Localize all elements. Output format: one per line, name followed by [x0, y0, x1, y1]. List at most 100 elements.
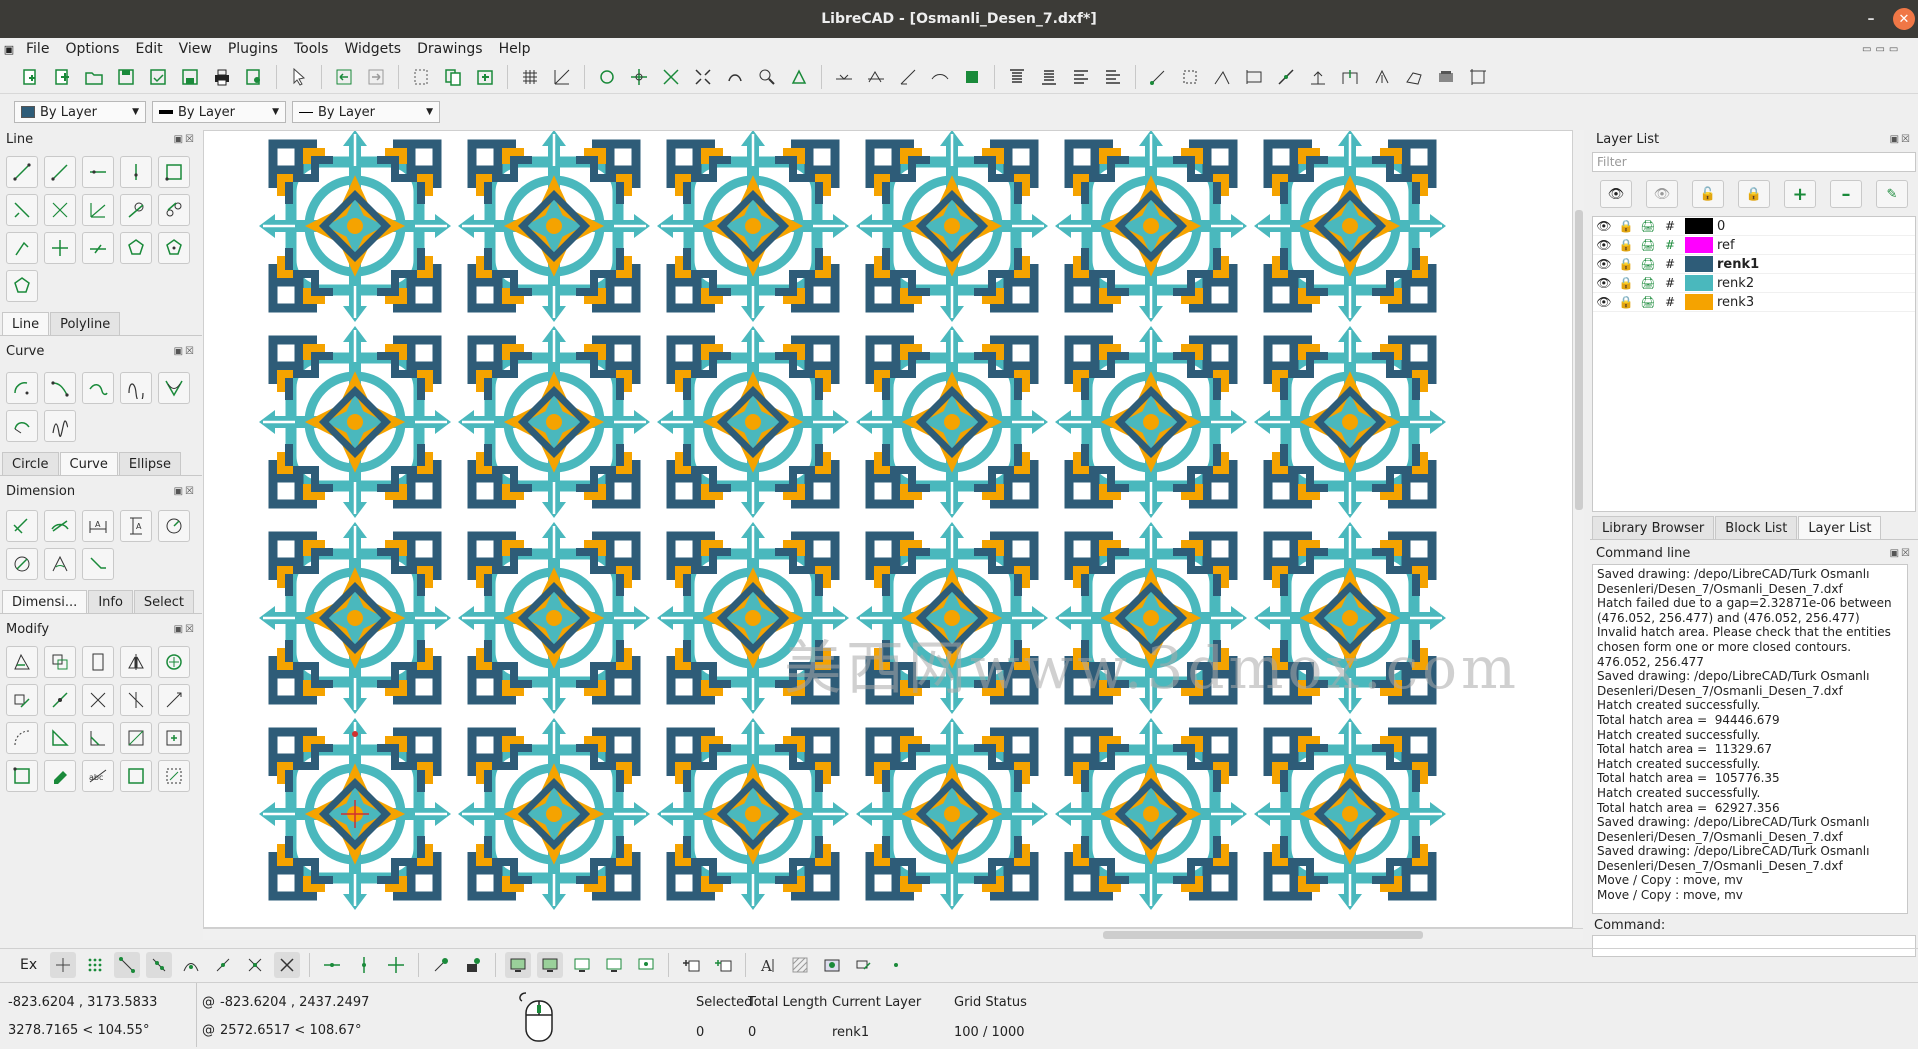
- modify-offset-tool[interactable]: [120, 722, 152, 754]
- block-insert-icon[interactable]: [1433, 64, 1459, 90]
- construction-icon[interactable]: #: [1659, 295, 1681, 309]
- spline-tool[interactable]: [120, 372, 152, 404]
- polygon-corner-tool[interactable]: [158, 232, 190, 264]
- dim-aligned-icon[interactable]: [1145, 64, 1171, 90]
- modify-revert-tool[interactable]: [158, 760, 190, 792]
- layer-filter-input[interactable]: Filter: [1592, 152, 1916, 172]
- arc-radius-tool[interactable]: [6, 410, 38, 442]
- image-tool-icon[interactable]: [819, 952, 845, 978]
- dim-linear-tool[interactable]: [44, 510, 76, 542]
- modify-mirror-tool[interactable]: [120, 646, 152, 678]
- snap-entity-icon[interactable]: [927, 64, 953, 90]
- paste-icon[interactable]: [472, 64, 498, 90]
- print-preview-icon[interactable]: [241, 64, 267, 90]
- show-all-layers-icon[interactable]: 👁: [1600, 180, 1632, 208]
- view-screen-2-icon[interactable]: [601, 952, 627, 978]
- pattern-tile[interactable]: [259, 326, 451, 518]
- snap-distance-icon[interactable]: [242, 952, 268, 978]
- draw-point-icon[interactable]: [851, 952, 877, 978]
- save-icon[interactable]: [113, 64, 139, 90]
- snap-free-icon[interactable]: [831, 64, 857, 90]
- restrict-orthogonal-icon[interactable]: [383, 952, 409, 978]
- info-area-icon[interactable]: [1401, 64, 1427, 90]
- line-tangent2-tool[interactable]: [158, 194, 190, 226]
- tab-layer-list[interactable]: Layer List: [1798, 516, 1882, 539]
- drawing-canvas[interactable]: 美西网www.3dmox.com: [203, 130, 1583, 928]
- tab-circle[interactable]: Circle: [2, 452, 59, 475]
- order-bottom-icon[interactable]: [1036, 64, 1062, 90]
- pattern-tile[interactable]: [657, 718, 849, 910]
- lock-icon[interactable]: 🔒: [1615, 257, 1637, 271]
- line-relative-angle-tool[interactable]: [6, 232, 38, 264]
- printer-icon[interactable]: 🖨: [1637, 276, 1659, 290]
- layer-row[interactable]: 👁 🔒 🖨 # ref: [1593, 236, 1915, 255]
- lock-relative-zero-icon[interactable]: [460, 952, 486, 978]
- tab-polyline[interactable]: Polyline: [50, 312, 121, 335]
- zoom-auto-icon[interactable]: [690, 64, 716, 90]
- line-orthogonal-tool[interactable]: [82, 194, 114, 226]
- draft-mode-icon[interactable]: [549, 64, 575, 90]
- pattern-tile[interactable]: [657, 522, 849, 714]
- tab-dimension[interactable]: Dimensi...: [2, 590, 88, 613]
- undo-icon[interactable]: [331, 64, 357, 90]
- lock-icon[interactable]: 🔒: [1615, 276, 1637, 290]
- eye-icon[interactable]: 👁: [1593, 219, 1615, 233]
- modify-bevel-tool[interactable]: [44, 684, 76, 716]
- arc-3points-tool[interactable]: [44, 372, 76, 404]
- arc-tangent-tool[interactable]: [82, 372, 114, 404]
- menu-view[interactable]: View: [171, 41, 220, 57]
- new-from-template-icon[interactable]: [49, 64, 75, 90]
- exclusive-snap-button[interactable]: Ex: [20, 957, 37, 973]
- printer-icon[interactable]: 🖨: [1637, 219, 1659, 233]
- layer-row-active[interactable]: 👁 🔒 🖨 # renk1: [1593, 255, 1915, 274]
- pattern-tile[interactable]: [1055, 718, 1247, 910]
- pattern-tile[interactable]: [856, 718, 1048, 910]
- menu-plugins[interactable]: Plugins: [220, 41, 286, 57]
- pattern-tile[interactable]: [1254, 326, 1446, 518]
- close-icon[interactable]: ✕: [1893, 8, 1915, 30]
- modify-stretch2-tool[interactable]: [120, 760, 152, 792]
- dim-radial-tool[interactable]: [158, 510, 190, 542]
- hatch-tool-icon[interactable]: [787, 952, 813, 978]
- pattern-tile[interactable]: [458, 522, 650, 714]
- layer-row[interactable]: 👁 🔒 🖨 # renk2: [1593, 274, 1915, 293]
- modify-round-tool[interactable]: [44, 722, 76, 754]
- tab-curve[interactable]: Curve: [59, 452, 118, 475]
- snap-center-icon[interactable]: [959, 64, 985, 90]
- info-angle-icon[interactable]: [1369, 64, 1395, 90]
- arc-center-tool[interactable]: [6, 372, 38, 404]
- order-raise-icon[interactable]: [1068, 64, 1094, 90]
- dock-float-close-icons[interactable]: ▣☒: [1890, 548, 1912, 559]
- tab-info[interactable]: Info: [88, 590, 133, 613]
- printer-icon[interactable]: 🖨: [1637, 257, 1659, 271]
- view-screen-3-icon[interactable]: [633, 952, 659, 978]
- snap-on-entity-icon[interactable]: [146, 951, 173, 978]
- save-as-icon[interactable]: [145, 64, 171, 90]
- snap-grid-icon[interactable]: [82, 952, 108, 978]
- modify-move-rotate-tool[interactable]: [158, 646, 190, 678]
- modify-explode-tool[interactable]: [158, 722, 190, 754]
- dim-linear-icon[interactable]: [1177, 64, 1203, 90]
- layer-row[interactable]: 👁 🔒 🖨 # 0: [1593, 217, 1915, 236]
- line-free-tool[interactable]: [44, 232, 76, 264]
- edit-layer-icon[interactable]: ✎: [1876, 180, 1908, 208]
- zoom-window-icon[interactable]: [754, 64, 780, 90]
- menu-help[interactable]: Help: [491, 41, 539, 57]
- construction-icon[interactable]: #: [1659, 219, 1681, 233]
- dim-diameter-icon[interactable]: [1273, 64, 1299, 90]
- line-bisector-tool[interactable]: [6, 194, 38, 226]
- modify-stretch-tool[interactable]: [6, 722, 38, 754]
- view-screen-1-icon[interactable]: [569, 952, 595, 978]
- pattern-tile[interactable]: [458, 718, 650, 910]
- menu-drawings[interactable]: Drawings: [409, 41, 491, 57]
- line-angle-tool[interactable]: [44, 156, 76, 188]
- modify-rotate-tool[interactable]: [44, 646, 76, 678]
- zoom-in-icon[interactable]: [626, 64, 652, 90]
- dock-float-close-icons[interactable]: ▣☒: [174, 624, 196, 635]
- tab-select[interactable]: Select: [133, 590, 195, 613]
- horizontal-scrollbar[interactable]: [203, 928, 1583, 940]
- snap-intersection-icon[interactable]: [274, 951, 301, 978]
- minimize-icon[interactable]: –: [1860, 8, 1882, 30]
- dim-vertical-tool[interactable]: A: [120, 510, 152, 542]
- pattern-tile[interactable]: [856, 326, 1048, 518]
